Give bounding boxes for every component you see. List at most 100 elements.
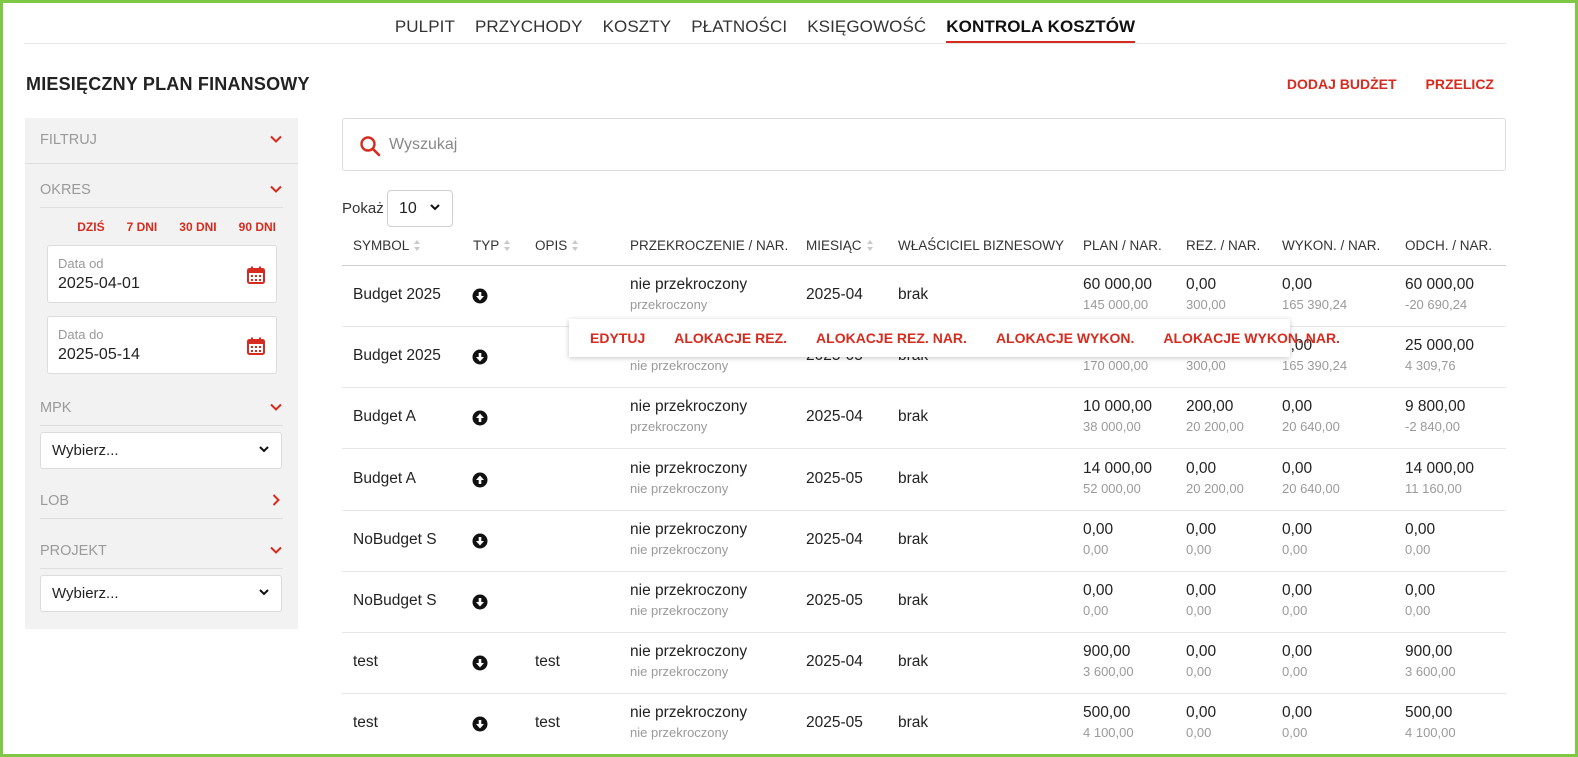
row-plan-value: 500,00 xyxy=(1083,704,1131,721)
arrow-down-circle-icon[interactable] xyxy=(472,594,488,610)
column-description-label: OPIS xyxy=(535,238,568,253)
row-month: 2025-04 xyxy=(806,531,863,548)
row-exceed-cumulative: nie przekroczony xyxy=(630,542,729,557)
nav-platnosci[interactable]: PŁATNOŚCI xyxy=(691,17,787,43)
row-execution-value: 0,00 xyxy=(1282,521,1313,538)
table-row[interactable]: test test nie przekroczony nie przekroczony… xyxy=(342,694,1506,755)
table-row[interactable]: Budget 2025 nie przekroczony przekroczony 2… xyxy=(342,266,1506,327)
nav-kontrola-kosztow[interactable]: KONTROLA KOSZTÓW xyxy=(946,17,1136,43)
row-month: 2025-04 xyxy=(806,408,863,425)
row-reservation-cumulative: 300,00 xyxy=(1186,358,1226,373)
project-section-header[interactable]: PROJEKT xyxy=(40,543,283,569)
nav-przychody[interactable]: PRZYCHODY xyxy=(475,17,583,43)
row-deviation: 60 000,00 -20 690,24 xyxy=(1405,275,1474,314)
row-plan-value: 900,00 xyxy=(1083,643,1131,660)
page-size-select[interactable]: 10 xyxy=(387,190,453,227)
reservation-allocations-action[interactable]: ALOKACJE REZ. xyxy=(674,330,787,346)
arrow-down-circle-icon[interactable] xyxy=(472,349,488,365)
row-reservation-value: 0,00 xyxy=(1186,643,1217,660)
mpk-select-value: Wybierz... xyxy=(52,442,119,459)
sort-icon xyxy=(414,240,421,251)
row-plan-value: 60 000,00 xyxy=(1083,276,1152,293)
arrow-down-circle-icon[interactable] xyxy=(472,288,488,304)
date-from-field[interactable]: Data od 2025-04-01 xyxy=(47,245,277,303)
range-30-days[interactable]: 30 DNI xyxy=(179,220,216,234)
mpk-section-header[interactable]: MPK xyxy=(40,400,283,426)
calendar-icon[interactable] xyxy=(246,265,266,290)
row-month: 2025-05 xyxy=(806,592,863,609)
arrow-up-circle-icon[interactable] xyxy=(472,410,488,426)
table-row[interactable]: Budget Anie przekroczony nie przekroczony… xyxy=(342,450,1506,511)
row-deviation-cumulative: 4 100,00 xyxy=(1405,725,1456,740)
search-field[interactable]: Wyszukaj xyxy=(342,118,1506,171)
column-type[interactable]: TYP xyxy=(473,238,511,253)
nav-pulpit[interactable]: PULPIT xyxy=(395,17,455,43)
row-actions-menu: EDYTUJ ALOKACJE REZ. ALOKACJE REZ. NAR. … xyxy=(569,319,1340,357)
filter-toggle[interactable]: FILTRUJ xyxy=(40,132,283,158)
row-reservation: 0,00 20 200,00 xyxy=(1186,459,1244,498)
execution-allocations-cumulative-action[interactable]: ALOKACJE WYKON. NAR. xyxy=(1163,330,1340,346)
arrow-down-circle-icon[interactable] xyxy=(472,533,488,549)
row-exceed: nie przekroczony nie przekroczony xyxy=(630,520,747,559)
table-row[interactable]: NoBudget Snie przekroczony nie przekroczo… xyxy=(342,572,1506,633)
edit-action[interactable]: EDYTUJ xyxy=(590,330,645,346)
row-deviation: 0,00 0,00 xyxy=(1405,520,1435,559)
row-execution: 0,00 0,00 xyxy=(1282,703,1312,742)
row-reservation-cumulative: 0,00 xyxy=(1186,542,1212,557)
lob-label: LOB xyxy=(40,493,70,509)
arrow-down-circle-icon[interactable] xyxy=(472,655,488,671)
date-to-label: Data do xyxy=(58,327,104,342)
search-input[interactable]: Wyszukaj xyxy=(389,136,457,154)
reservation-allocations-cumulative-action[interactable]: ALOKACJE REZ. NAR. xyxy=(816,330,967,346)
column-deviation: ODCH. / NAR. xyxy=(1405,238,1493,253)
table-row[interactable]: NoBudget Snie przekroczony nie przekroczo… xyxy=(342,511,1506,572)
row-reservation: 0,00 300,00 xyxy=(1186,275,1226,314)
project-select[interactable]: Wybierz... xyxy=(40,575,282,612)
row-deviation: 14 000,00 11 160,00 xyxy=(1405,459,1474,498)
table-row[interactable]: Budget A nie przekroczony przekroczony 2025… xyxy=(342,388,1506,449)
row-plan: 60 000,00 145 000,00 xyxy=(1083,275,1152,314)
row-month: 2025-04 xyxy=(806,286,863,303)
row-reservation-cumulative: 0,00 xyxy=(1186,725,1212,740)
row-deviation-value: 500,00 xyxy=(1405,704,1453,721)
row-deviation-cumulative: 3 600,00 xyxy=(1405,664,1456,679)
execution-allocations-action[interactable]: ALOKACJE WYKON. xyxy=(996,330,1134,346)
column-symbol[interactable]: SYMBOL xyxy=(353,238,421,253)
row-execution: 0,00 165 390,24 xyxy=(1282,275,1347,314)
row-deviation-value: 900,00 xyxy=(1405,643,1453,660)
filter-sidebar: FILTRUJ OKRES DZIŚ 7 DNI 30 DNI 90 DNI D… xyxy=(25,118,298,629)
row-owner: brak xyxy=(898,408,929,425)
column-month[interactable]: MIESIĄC xyxy=(806,238,874,253)
row-plan-cumulative: 170 000,00 xyxy=(1083,358,1149,373)
date-to-field[interactable]: Data do 2025-05-14 xyxy=(47,316,277,374)
row-deviation-value: 0,00 xyxy=(1405,582,1436,599)
arrow-down-circle-icon[interactable] xyxy=(472,716,488,732)
row-owner: brak xyxy=(898,592,929,609)
lob-section-header[interactable]: LOB xyxy=(40,493,283,519)
sort-icon xyxy=(866,240,874,251)
range-90-days[interactable]: 90 DNI xyxy=(239,220,276,234)
nav-ksiegowosc[interactable]: KSIĘGOWOŚĆ xyxy=(807,17,926,43)
row-execution-cumulative: 0,00 xyxy=(1282,603,1308,618)
range-7-days[interactable]: 7 DNI xyxy=(127,220,158,234)
row-reservation: 0,00 0,00 xyxy=(1186,642,1216,681)
calendar-icon[interactable] xyxy=(246,336,266,361)
row-reservation-cumulative: 0,00 xyxy=(1186,664,1212,679)
filter-header[interactable]: FILTRUJ xyxy=(25,118,298,164)
nav-koszty[interactable]: KOSZTY xyxy=(603,17,672,43)
sort-icon xyxy=(572,240,579,251)
row-exceed: nie przekroczony nie przekroczony xyxy=(630,703,747,742)
column-description[interactable]: OPIS xyxy=(535,238,579,253)
row-symbol: NoBudget S xyxy=(353,531,437,548)
row-exceed-value: nie przekroczony xyxy=(630,704,748,721)
arrow-up-circle-icon[interactable] xyxy=(472,472,488,488)
period-section-header[interactable]: OKRES xyxy=(40,182,283,208)
row-deviation-cumulative: -2 840,00 xyxy=(1405,419,1460,434)
row-exceed-value: nie przekroczony xyxy=(630,521,748,538)
range-today[interactable]: DZIŚ xyxy=(77,220,104,234)
recalculate-button[interactable]: PRZELICZ xyxy=(1426,76,1494,92)
mpk-select[interactable]: Wybierz... xyxy=(40,432,282,469)
table-row[interactable]: test test nie przekroczony nie przekroczony… xyxy=(342,633,1506,694)
row-plan-cumulative: 38 000,00 xyxy=(1083,419,1141,434)
add-budget-button[interactable]: DODAJ BUDŻET xyxy=(1287,76,1397,92)
